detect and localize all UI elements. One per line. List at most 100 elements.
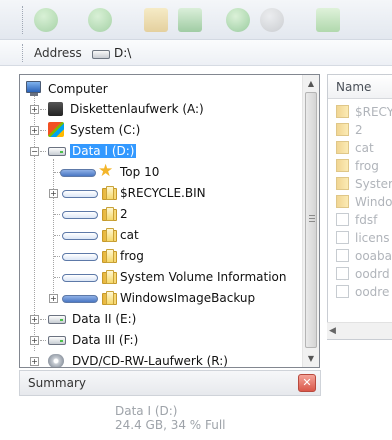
tree-item-label: Computer [48, 82, 108, 96]
tree-item-label: cat [120, 228, 139, 242]
tree-connector [40, 109, 46, 110]
scroll-down-arrow-icon[interactable]: ▼ [303, 350, 319, 367]
forward-arrow-icon[interactable] [88, 8, 112, 32]
expand-plus-icon[interactable]: + [49, 294, 58, 303]
tree-item-label: $RECYCLE.BIN [120, 186, 206, 200]
list-item[interactable]: oodre [334, 283, 392, 301]
tree-item-folder-2[interactable]: 2 [20, 204, 303, 225]
tree-item-drive-e[interactable]: + Data II (E:) [20, 309, 303, 330]
expand-plus-icon[interactable]: + [49, 189, 58, 198]
file-icon [336, 285, 349, 298]
folder-icon [102, 291, 117, 305]
close-icon[interactable]: ✕ [298, 374, 316, 392]
windows-drive-icon [48, 122, 64, 137]
scroll-thumb[interactable] [305, 92, 317, 348]
tree-scrollbar[interactable]: ▲ ▼ [302, 75, 319, 367]
list-item[interactable]: ooaba [334, 247, 392, 265]
tree-item-label: Diskettenlaufwerk (A:) [70, 102, 204, 116]
tree-connector [54, 277, 60, 278]
expand-plus-icon[interactable]: + [30, 105, 39, 114]
stop-icon[interactable] [260, 8, 284, 32]
scroll-left-arrow-icon[interactable]: ◀ [329, 323, 336, 340]
tree-item-label: frog [120, 249, 144, 263]
toolbar-grip[interactable] [22, 6, 25, 34]
list-column-header[interactable]: Name [328, 75, 392, 99]
folder-icon [102, 270, 117, 284]
tree-item-label: Top 10 [120, 165, 160, 179]
tree-item-label: System (C:) [70, 123, 141, 137]
folder-icon [336, 159, 349, 172]
back-arrow-icon[interactable] [34, 8, 58, 32]
floppy-drive-icon [48, 102, 63, 116]
folder-icon [336, 177, 349, 190]
tree-item-recycle-bin[interactable]: + $RECYCLE.BIN [20, 183, 303, 204]
hard-drive-icon [48, 336, 66, 345]
tree-item-drive-a[interactable]: + Diskettenlaufwerk (A:) [20, 99, 303, 120]
file-icon [336, 231, 349, 244]
dvd-drive-icon [48, 354, 64, 367]
address-input[interactable]: D:\ [114, 46, 131, 60]
tree-item-drive-c[interactable]: + System (C:) [20, 120, 303, 141]
tree-item-system-volume-information[interactable]: System Volume Information [20, 267, 303, 288]
thumb-grip [309, 221, 315, 222]
tree-connector [40, 130, 46, 131]
file-icon [336, 213, 349, 226]
link-bar-icon [62, 295, 98, 303]
list-item[interactable]: Syster [334, 175, 392, 193]
list-item[interactable]: frog [334, 157, 392, 175]
tree-connector [54, 256, 60, 257]
link-bar-icon [62, 274, 98, 282]
tree-item-drive-f[interactable]: + Data III (F:) [20, 330, 303, 351]
list-item[interactable]: $RECY [334, 103, 392, 121]
link-bar-icon [62, 232, 98, 240]
folder-icon [336, 141, 349, 154]
tree-item-drive-d[interactable]: − Data I (D:) [20, 141, 303, 162]
tree-item-label: Data I (D:) [70, 144, 137, 158]
expand-plus-icon[interactable]: + [30, 336, 39, 345]
tree-connector [54, 235, 60, 236]
thumb-grip [309, 215, 315, 216]
folder-icon [102, 186, 117, 200]
tree-item-drive-r[interactable]: + DVD/CD-RW-Laufwerk (R:) [20, 351, 303, 367]
summary-drive-name: Data I (D:) [115, 404, 178, 418]
expand-plus-icon[interactable]: + [30, 126, 39, 135]
list-item[interactable]: licens [334, 229, 392, 247]
address-grip[interactable] [22, 44, 25, 62]
folder-icon [102, 249, 117, 263]
folder-icon [102, 228, 117, 242]
list-item[interactable]: oodrd [334, 265, 392, 283]
collapse-minus-icon[interactable]: − [30, 147, 39, 156]
list-item[interactable]: fdsf [334, 211, 392, 229]
tree-item-windows-image-backup[interactable]: + WindowsImageBackup [20, 288, 303, 309]
list-item[interactable]: 2 [334, 121, 392, 139]
refresh-icon[interactable] [178, 8, 202, 32]
file-list[interactable]: Name $RECY 2 cat frog Syster Windo fdsf … [327, 74, 392, 340]
list-horizontal-scrollbar[interactable]: ◀ [327, 322, 392, 339]
scroll-up-arrow-icon[interactable]: ▲ [303, 75, 319, 92]
check-icon[interactable] [226, 8, 250, 32]
view-icon[interactable] [316, 8, 340, 32]
hard-drive-icon [48, 315, 66, 324]
folder-icon [336, 105, 349, 118]
tree-item-label: WindowsImageBackup [120, 291, 256, 305]
up-folder-icon[interactable] [144, 8, 168, 32]
tree-item-label: 2 [120, 207, 128, 221]
list-item[interactable]: Windo [334, 193, 392, 211]
tree-item-folder-cat[interactable]: cat [20, 225, 303, 246]
tree-item-label: Data III (F:) [72, 333, 139, 347]
tree-item-top-10[interactable]: ★ Top 10 [20, 162, 303, 183]
tree-connector [54, 214, 60, 215]
expand-plus-icon[interactable]: + [30, 357, 39, 366]
thumb-grip [309, 218, 315, 219]
file-icon [336, 267, 349, 280]
link-bar-icon [62, 190, 98, 198]
address-bar: Address D:\ [0, 40, 392, 66]
tree-item-folder-frog[interactable]: frog [20, 246, 303, 267]
list-item[interactable]: cat [334, 139, 392, 157]
folder-tree[interactable]: Computer + Diskettenlaufwerk (A:) + Syst… [19, 74, 320, 368]
drive-icon [92, 50, 110, 59]
computer-icon [26, 81, 41, 93]
expand-plus-icon[interactable]: + [30, 315, 39, 324]
tree-item-computer[interactable]: Computer [20, 79, 303, 100]
star-icon: ★ [98, 161, 114, 181]
